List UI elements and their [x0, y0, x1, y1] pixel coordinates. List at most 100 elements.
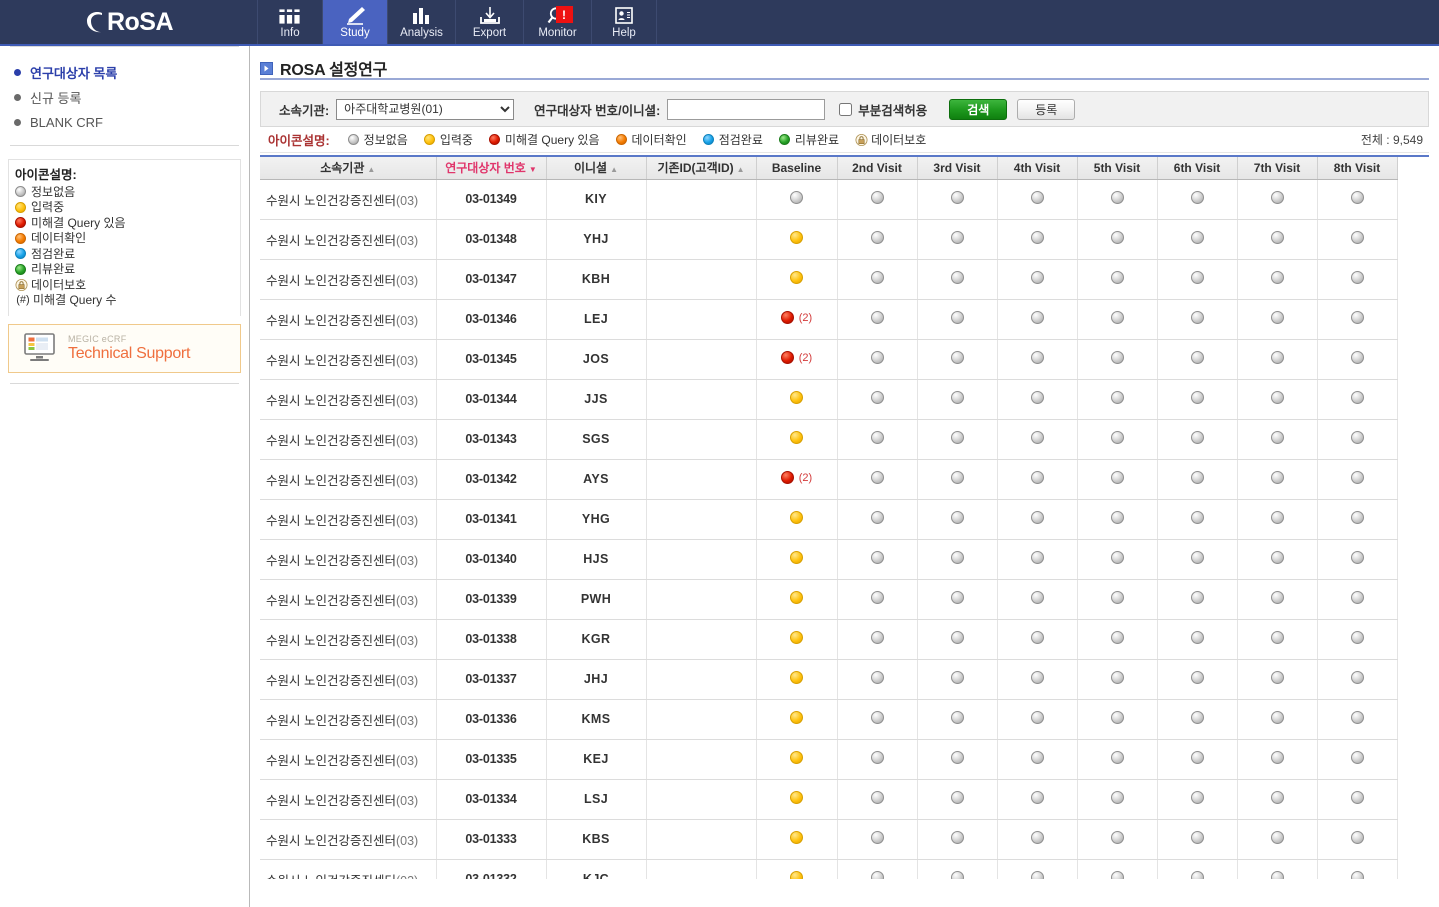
cell-visit-status[interactable]: [917, 739, 998, 780]
cell-visit-status[interactable]: [917, 819, 998, 860]
cell-visit-status[interactable]: [1237, 299, 1318, 340]
cell-visit-status[interactable]: [997, 299, 1078, 340]
cell-visit-status[interactable]: [1077, 339, 1158, 380]
cell-visit-status[interactable]: [837, 659, 918, 700]
cell-visit-status[interactable]: [837, 459, 918, 500]
table-row[interactable]: 수원시 노인건강증진센터(03) 03-01340 HJS: [260, 539, 1398, 580]
cell-visit-status[interactable]: [1237, 739, 1318, 780]
cell-visit-status[interactable]: [917, 619, 998, 660]
cell-visit-status[interactable]: [1317, 219, 1398, 260]
table-row[interactable]: 수원시 노인건강증진센터(03) 03-01343 SGS: [260, 419, 1398, 460]
cell-visit-status[interactable]: [756, 859, 838, 879]
cell-visit-status[interactable]: [1237, 379, 1318, 420]
cell-visit-status[interactable]: [1077, 579, 1158, 620]
sidebar-item-subject-list[interactable]: 연구대상자 목록: [0, 60, 249, 85]
cell-visit-status[interactable]: [1077, 419, 1158, 460]
table-row[interactable]: 수원시 노인건강증진센터(03) 03-01344 JJS: [260, 379, 1398, 420]
cell-visit-status[interactable]: [1077, 659, 1158, 700]
cell-visit-status[interactable]: [917, 779, 998, 820]
cell-visit-status[interactable]: [1237, 539, 1318, 580]
nav-tab-study[interactable]: Study: [323, 0, 388, 44]
table-row[interactable]: 수원시 노인건강증진센터(03) 03-01345 JOS (2): [260, 339, 1398, 380]
cell-visit-status[interactable]: [1157, 859, 1238, 879]
cell-visit-status[interactable]: [1317, 459, 1398, 500]
nav-tab-help[interactable]: Help: [592, 0, 657, 44]
cell-visit-status[interactable]: [756, 819, 838, 860]
cell-visit-status[interactable]: [1237, 499, 1318, 540]
cell-visit-status[interactable]: [997, 819, 1078, 860]
cell-visit-status[interactable]: [837, 339, 918, 380]
table-header-existing[interactable]: 기존ID(고객ID) ▲: [646, 157, 757, 180]
cell-visit-status[interactable]: [997, 739, 1078, 780]
partial-search-checkbox[interactable]: [839, 102, 853, 116]
org-select[interactable]: 아주대학교병원(01): [336, 98, 515, 120]
cell-visit-status[interactable]: [837, 819, 918, 860]
cell-visit-status[interactable]: [917, 379, 998, 420]
cell-visit-status[interactable]: [1077, 699, 1158, 740]
cell-visit-status[interactable]: [917, 259, 998, 300]
cell-visit-status[interactable]: [1317, 379, 1398, 420]
cell-visit-status[interactable]: [756, 259, 838, 300]
cell-visit-status[interactable]: [1077, 779, 1158, 820]
cell-visit-status[interactable]: [1317, 619, 1398, 660]
cell-visit-status[interactable]: [1317, 419, 1398, 460]
cell-visit-status[interactable]: [1237, 819, 1318, 860]
cell-visit-status[interactable]: [1077, 499, 1158, 540]
cell-visit-status[interactable]: [837, 419, 918, 460]
cell-visit-status[interactable]: [1317, 739, 1398, 780]
cell-visit-status[interactable]: [917, 539, 998, 580]
cell-visit-status[interactable]: [837, 299, 918, 340]
cell-visit-status[interactable]: [997, 499, 1078, 540]
cell-visit-status[interactable]: [1237, 459, 1318, 500]
nav-tab-info[interactable]: Info: [258, 0, 323, 44]
cell-visit-status[interactable]: [756, 419, 838, 460]
table-row[interactable]: 수원시 노인건강증진센터(03) 03-01341 YHG: [260, 499, 1398, 540]
cell-visit-status[interactable]: [837, 859, 918, 879]
cell-visit-status[interactable]: [997, 779, 1078, 820]
cell-visit-status[interactable]: [1157, 179, 1238, 220]
cell-visit-status[interactable]: [1157, 699, 1238, 740]
app-logo[interactable]: RoSA: [0, 0, 258, 44]
cell-visit-status[interactable]: [756, 659, 838, 700]
cell-visit-status[interactable]: [1157, 539, 1238, 580]
cell-visit-status[interactable]: [1237, 259, 1318, 300]
cell-visit-status[interactable]: [1237, 339, 1318, 380]
cell-visit-status[interactable]: [1157, 739, 1238, 780]
cell-visit-status[interactable]: [756, 779, 838, 820]
table-row[interactable]: 수원시 노인건강증진센터(03) 03-01335 KEJ: [260, 739, 1398, 780]
cell-visit-status[interactable]: [756, 539, 838, 580]
cell-visit-status[interactable]: [997, 219, 1078, 260]
cell-visit-status[interactable]: [1237, 179, 1318, 220]
cell-visit-status[interactable]: [1237, 859, 1318, 879]
cell-visit-status[interactable]: [1157, 659, 1238, 700]
table-row[interactable]: 수원시 노인건강증진센터(03) 03-01338 KGR: [260, 619, 1398, 660]
table-row[interactable]: 수원시 노인건강증진센터(03) 03-01342 AYS (2): [260, 459, 1398, 500]
register-button[interactable]: 등록: [1017, 98, 1076, 120]
cell-visit-status[interactable]: [997, 459, 1078, 500]
cell-visit-status[interactable]: [756, 739, 838, 780]
cell-visit-status[interactable]: [917, 179, 998, 220]
cell-visit-status[interactable]: [1157, 299, 1238, 340]
cell-visit-status[interactable]: [917, 459, 998, 500]
cell-visit-status[interactable]: [1157, 779, 1238, 820]
cell-visit-status[interactable]: (2): [756, 299, 838, 340]
cell-visit-status[interactable]: [1237, 699, 1318, 740]
table-header-num[interactable]: 연구대상자 번호 ▼: [436, 157, 547, 180]
cell-visit-status[interactable]: [1077, 619, 1158, 660]
cell-visit-status[interactable]: [917, 579, 998, 620]
cell-visit-status[interactable]: [756, 499, 838, 540]
cell-visit-status[interactable]: [756, 579, 838, 620]
cell-visit-status[interactable]: [1077, 219, 1158, 260]
table-row[interactable]: 수원시 노인건강증진센터(03) 03-01349 KIY: [260, 179, 1398, 220]
partial-search-label[interactable]: 부분검색허용: [858, 100, 927, 119]
table-row[interactable]: 수원시 노인건강증진센터(03)03-01332KJC: [260, 859, 1398, 879]
subject-search-input[interactable]: [667, 98, 826, 120]
table-row[interactable]: 수원시 노인건강증진센터(03) 03-01346 LEJ (2): [260, 299, 1398, 340]
cell-visit-status[interactable]: [1077, 539, 1158, 580]
cell-visit-status[interactable]: [917, 339, 998, 380]
cell-visit-status[interactable]: [997, 419, 1078, 460]
cell-visit-status[interactable]: [1317, 539, 1398, 580]
cell-visit-status[interactable]: [1237, 779, 1318, 820]
cell-visit-status[interactable]: [1317, 659, 1398, 700]
cell-visit-status[interactable]: [1317, 499, 1398, 540]
